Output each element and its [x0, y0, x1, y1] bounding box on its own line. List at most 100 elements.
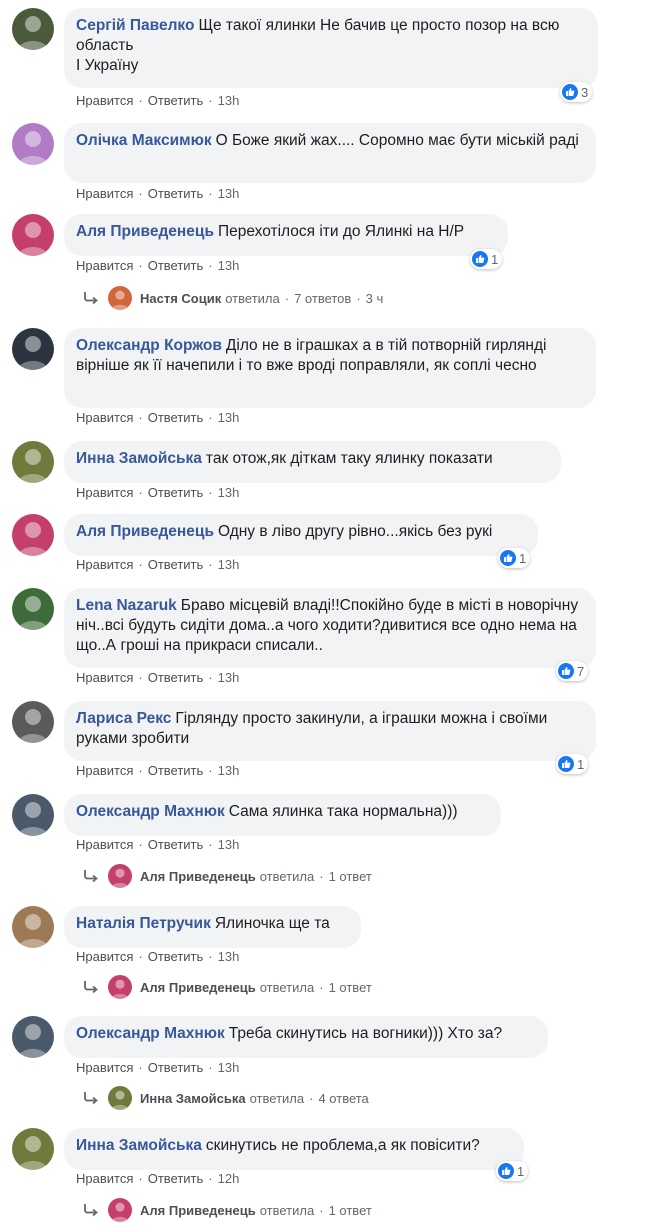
like-link[interactable]: Нравится [76, 557, 133, 572]
separator-dot: · [138, 410, 143, 425]
reply-link[interactable]: Ответить [148, 93, 204, 108]
reaction-count-badge[interactable]: 7 [556, 661, 589, 681]
like-link[interactable]: Нравится [76, 410, 133, 425]
reply-link[interactable]: Ответить [148, 670, 204, 685]
comment-author-link[interactable]: Олександр Махнюк [76, 803, 225, 820]
reaction-count-badge[interactable]: 1 [498, 548, 531, 568]
like-link[interactable]: Нравится [76, 485, 133, 500]
like-link[interactable]: Нравится [76, 670, 133, 685]
comment-text: Ялиночка ще та [214, 915, 330, 932]
avatar[interactable] [12, 214, 54, 256]
comment-timestamp[interactable]: 13h [218, 837, 240, 852]
reply-count: 7 ответов [294, 290, 352, 306]
comment-bubble: Олічка Максимюк О Боже який жах.... Сором… [64, 123, 596, 183]
reply-link[interactable]: Ответить [148, 186, 204, 201]
comment-author-link[interactable]: Наталія Петручик [76, 915, 211, 932]
avatar[interactable] [12, 441, 54, 483]
avatar[interactable] [12, 794, 54, 836]
view-replies-link[interactable]: Аля Приведенець ответила · 1 ответ [82, 863, 372, 889]
separator-dot: · [319, 868, 324, 884]
comment-author-link[interactable]: Олічка Максимюк [76, 132, 212, 149]
comment-timestamp[interactable]: 13h [218, 186, 240, 201]
reply-author: Настя Социк [140, 290, 222, 306]
like-link[interactable]: Нравится [76, 1060, 133, 1075]
reply-arrow-icon [82, 291, 100, 305]
avatar[interactable] [12, 1128, 54, 1170]
reply-count: 1 ответ [328, 979, 372, 995]
comment-author-link[interactable]: Лариса Рекс [76, 710, 171, 727]
separator-dot: · [208, 670, 213, 685]
avatar[interactable] [12, 701, 54, 743]
reply-avatar [108, 975, 132, 999]
reply-action-text: ответила [259, 868, 315, 884]
reply-avatar [108, 864, 132, 888]
reaction-count-badge[interactable]: 3 [560, 82, 593, 102]
comment-bubble: Инна Замойська так отож,як діткам таку ял… [64, 441, 561, 483]
comment-actions: Нравится · Ответить · 13h [76, 837, 239, 852]
reply-link[interactable]: Ответить [148, 1171, 204, 1186]
reply-link[interactable]: Ответить [148, 837, 204, 852]
avatar[interactable] [12, 588, 54, 630]
reply-link[interactable]: Ответить [148, 763, 204, 778]
avatar[interactable] [12, 906, 54, 948]
separator-dot: · [138, 949, 143, 964]
comment-timestamp[interactable]: 13h [218, 410, 240, 425]
comment-timestamp[interactable]: 13h [218, 670, 240, 685]
separator-dot: · [356, 290, 361, 306]
comment-timestamp[interactable]: 13h [218, 763, 240, 778]
like-link[interactable]: Нравится [76, 186, 133, 201]
reaction-count-badge[interactable]: 1 [556, 754, 589, 774]
separator-dot: · [138, 557, 143, 572]
comment-timestamp[interactable]: 13h [218, 485, 240, 500]
comment-author-link[interactable]: Олександр Коржов [76, 337, 222, 354]
reply-link[interactable]: Ответить [148, 949, 204, 964]
reply-link[interactable]: Ответить [148, 410, 204, 425]
separator-dot: · [138, 258, 143, 273]
comment-timestamp[interactable]: 13h [218, 557, 240, 572]
like-icon [500, 550, 516, 566]
comment-timestamp[interactable]: 12h [218, 1171, 240, 1186]
comment-timestamp[interactable]: 13h [218, 949, 240, 964]
comment-timestamp[interactable]: 13h [218, 1060, 240, 1075]
like-link[interactable]: Нравится [76, 258, 133, 273]
comment-actions: Нравится · Ответить · 13h [76, 763, 239, 778]
comment-timestamp[interactable]: 13h [218, 93, 240, 108]
reply-arrow-icon [82, 1091, 100, 1105]
reply-link[interactable]: Ответить [148, 1060, 204, 1075]
view-replies-link[interactable]: Аля Приведенець ответила · 1 ответ [82, 974, 372, 1000]
avatar[interactable] [12, 123, 54, 165]
reaction-count-badge[interactable]: 1 [496, 1161, 529, 1181]
reaction-count: 1 [519, 550, 527, 566]
comment-author-link[interactable]: Инна Замойська [76, 1137, 202, 1154]
comment-author-link[interactable]: Сергій Павелко [76, 17, 194, 34]
comment-author-link[interactable]: Олександр Махнюк [76, 1025, 225, 1042]
like-link[interactable]: Нравится [76, 93, 133, 108]
reaction-count: 1 [577, 756, 585, 772]
comment-author-link[interactable]: Аля Приведенець [76, 223, 214, 240]
like-link[interactable]: Нравится [76, 949, 133, 964]
reaction-count-badge[interactable]: 1 [470, 249, 503, 269]
separator-dot: · [138, 670, 143, 685]
comment-author-link[interactable]: Инна Замойська [76, 450, 202, 467]
view-replies-link[interactable]: Инна Замойська ответила · 4 ответа [82, 1085, 369, 1111]
separator-dot: · [138, 763, 143, 778]
reply-author: Инна Замойська [140, 1090, 246, 1106]
like-link[interactable]: Нравится [76, 1171, 133, 1186]
like-link[interactable]: Нравится [76, 837, 133, 852]
like-link[interactable]: Нравится [76, 763, 133, 778]
avatar[interactable] [12, 514, 54, 556]
separator-dot: · [208, 557, 213, 572]
comment-author-link[interactable]: Lena Nazaruk [76, 597, 177, 614]
view-replies-link[interactable]: Настя Социк ответила · 7 ответов · 3 ч [82, 285, 383, 311]
comment-timestamp[interactable]: 13h [218, 258, 240, 273]
reply-link[interactable]: Ответить [148, 258, 204, 273]
avatar[interactable] [12, 328, 54, 370]
avatar[interactable] [12, 1016, 54, 1058]
reaction-count: 1 [517, 1163, 525, 1179]
reply-arrow-icon [82, 980, 100, 994]
reply-link[interactable]: Ответить [148, 485, 204, 500]
comment-author-link[interactable]: Аля Приведенець [76, 523, 214, 540]
view-replies-link[interactable]: Аля Приведенець ответила · 1 ответ [82, 1197, 372, 1223]
avatar[interactable] [12, 8, 54, 50]
reply-link[interactable]: Ответить [148, 557, 204, 572]
